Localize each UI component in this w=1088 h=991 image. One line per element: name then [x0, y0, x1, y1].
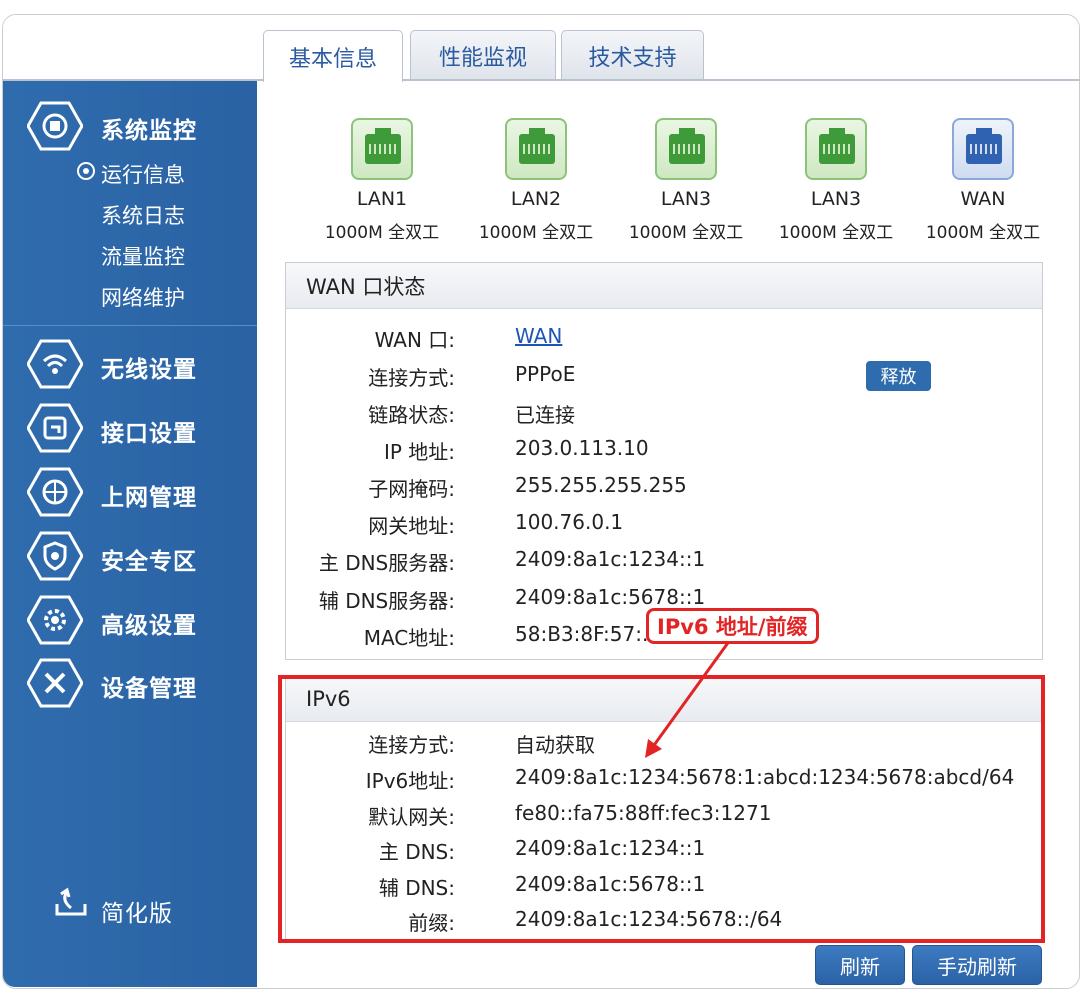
- connection-type-row: PPPoE 释放: [515, 361, 965, 391]
- wifi-icon: [27, 339, 83, 389]
- ipv6-secondary-dns-value: 2409:8a1c:5678::1: [515, 872, 706, 896]
- sidebar-subitem-network-maintenance[interactable]: 网络维护: [101, 282, 185, 312]
- sidebar: 系统监控 运行信息 系统日志 流量监控 网络维护 无线设置 接口设置 上网管理 …: [3, 81, 257, 987]
- port-name: LAN3: [810, 188, 862, 210]
- gateway-value: 100.76.0.1: [515, 510, 624, 534]
- mac-address-value: 58:B3:8F:57:...: [515, 622, 662, 646]
- ethernet-port-icon: [952, 118, 1014, 180]
- secondary-dns-value: 2409:8a1c:5678::1: [515, 585, 706, 609]
- sidebar-divider: [3, 325, 257, 326]
- port-speed: 1000M 全双工: [478, 223, 594, 243]
- connection-type-label: 连接方式:: [368, 366, 455, 390]
- gear-icon: [27, 595, 83, 645]
- ipv6-address-value: 2409:8a1c:1234:5678:1:abcd:1234:5678:abc…: [515, 765, 1015, 789]
- port-speed: 1000M 全双工: [628, 223, 744, 243]
- wan-port-label: WAN 口:: [374, 328, 455, 352]
- sidebar-item-security[interactable]: 安全专区: [101, 542, 197, 576]
- ipv6-primary-dns-label: 主 DNS:: [378, 840, 455, 864]
- port-lan4: LAN3 1000M 全双工: [771, 118, 901, 243]
- port-speed: 1000M 全双工: [925, 223, 1041, 243]
- port-lan1: LAN1 1000M 全双工: [317, 118, 447, 243]
- ipv6-prefix-value: 2409:8a1c:1234:5678::/64: [515, 907, 783, 931]
- gateway-label: 网关地址:: [368, 514, 455, 538]
- port-speed: 1000M 全双工: [324, 223, 440, 243]
- shield-icon: [27, 531, 83, 581]
- primary-dns-label: 主 DNS服务器:: [318, 551, 455, 575]
- ethernet-port-icon: [805, 118, 867, 180]
- tab-tech-support[interactable]: 技术支持: [561, 30, 704, 80]
- ipv6-connection-type-value: 自动获取: [515, 733, 595, 757]
- port-speed: 1000M 全双工: [778, 223, 894, 243]
- back-arrow-icon: [55, 887, 87, 916]
- port-name: LAN3: [660, 188, 712, 210]
- tab-basic-info[interactable]: 基本信息: [263, 30, 403, 82]
- ip-address-value: 203.0.113.10: [515, 436, 649, 460]
- port-name: LAN1: [356, 188, 408, 210]
- wan-port-value[interactable]: WAN: [515, 324, 562, 348]
- ethernet-port-icon: [505, 118, 567, 180]
- sidebar-item-interface[interactable]: 接口设置: [101, 414, 197, 448]
- ipv6-prefix-label: 前缀:: [408, 911, 455, 935]
- tab-performance[interactable]: 性能监视: [410, 30, 556, 80]
- refresh-button[interactable]: 刷新: [815, 945, 905, 985]
- subnet-mask-label: 子网掩码:: [368, 477, 455, 501]
- globe-icon: [27, 467, 83, 517]
- link-status-label: 链路状态:: [368, 403, 455, 427]
- subnet-mask-value: 255.255.255.255: [515, 473, 687, 497]
- sidebar-item-system-monitor[interactable]: 系统监控: [101, 111, 197, 145]
- mac-address-label: MAC地址:: [363, 626, 455, 650]
- port-lan2: LAN2 1000M 全双工: [471, 118, 601, 243]
- primary-dns-value: 2409:8a1c:1234::1: [515, 547, 706, 571]
- sidebar-item-device-management[interactable]: 设备管理: [101, 669, 197, 703]
- ipv6-gateway-value: fe80::fa75:88ff:fec3:1271: [515, 801, 772, 825]
- port-lan3: LAN3 1000M 全双工: [621, 118, 751, 243]
- ethernet-port-icon: [351, 118, 413, 180]
- ip-address-label: IP 地址:: [383, 440, 455, 464]
- release-button[interactable]: 释放: [866, 361, 931, 391]
- ipv6-connection-type-label: 连接方式:: [368, 733, 455, 757]
- sidebar-subitem-system-log[interactable]: 系统日志: [101, 200, 185, 230]
- link-status-value: 已连接: [515, 403, 575, 427]
- ipv6-gateway-label: 默认网关:: [368, 805, 455, 829]
- simple-mode-link[interactable]: 简化版: [101, 894, 173, 928]
- ipv6-address-label: IPv6地址:: [365, 769, 455, 793]
- port-wan: WAN 1000M 全双工: [918, 118, 1048, 243]
- ethernet-port-icon: [655, 118, 717, 180]
- radio-selected-icon: [77, 162, 95, 180]
- port-name: LAN2: [510, 188, 562, 210]
- sidebar-item-wireless[interactable]: 无线设置: [101, 350, 197, 384]
- sidebar-item-internet-management[interactable]: 上网管理: [101, 478, 197, 512]
- manual-refresh-button[interactable]: 手动刷新: [912, 945, 1042, 985]
- ipv6-primary-dns-value: 2409:8a1c:1234::1: [515, 836, 706, 860]
- sidebar-subitem-traffic-monitor[interactable]: 流量监控: [101, 241, 185, 271]
- connection-type-value: PPPoE: [515, 362, 576, 386]
- sidebar-subitem-running-info[interactable]: 运行信息: [101, 159, 185, 189]
- wan-port-link[interactable]: WAN: [515, 324, 562, 348]
- annotation-callout: IPv6 地址/前缀: [646, 608, 819, 644]
- tools-icon: [27, 658, 83, 708]
- ipv6-secondary-dns-label: 辅 DNS:: [378, 876, 455, 900]
- router-icon: [27, 101, 83, 151]
- port-name: WAN: [960, 188, 1006, 210]
- secondary-dns-label: 辅 DNS服务器:: [318, 589, 455, 613]
- sidebar-item-advanced[interactable]: 高级设置: [101, 606, 197, 640]
- interface-icon: [27, 403, 83, 453]
